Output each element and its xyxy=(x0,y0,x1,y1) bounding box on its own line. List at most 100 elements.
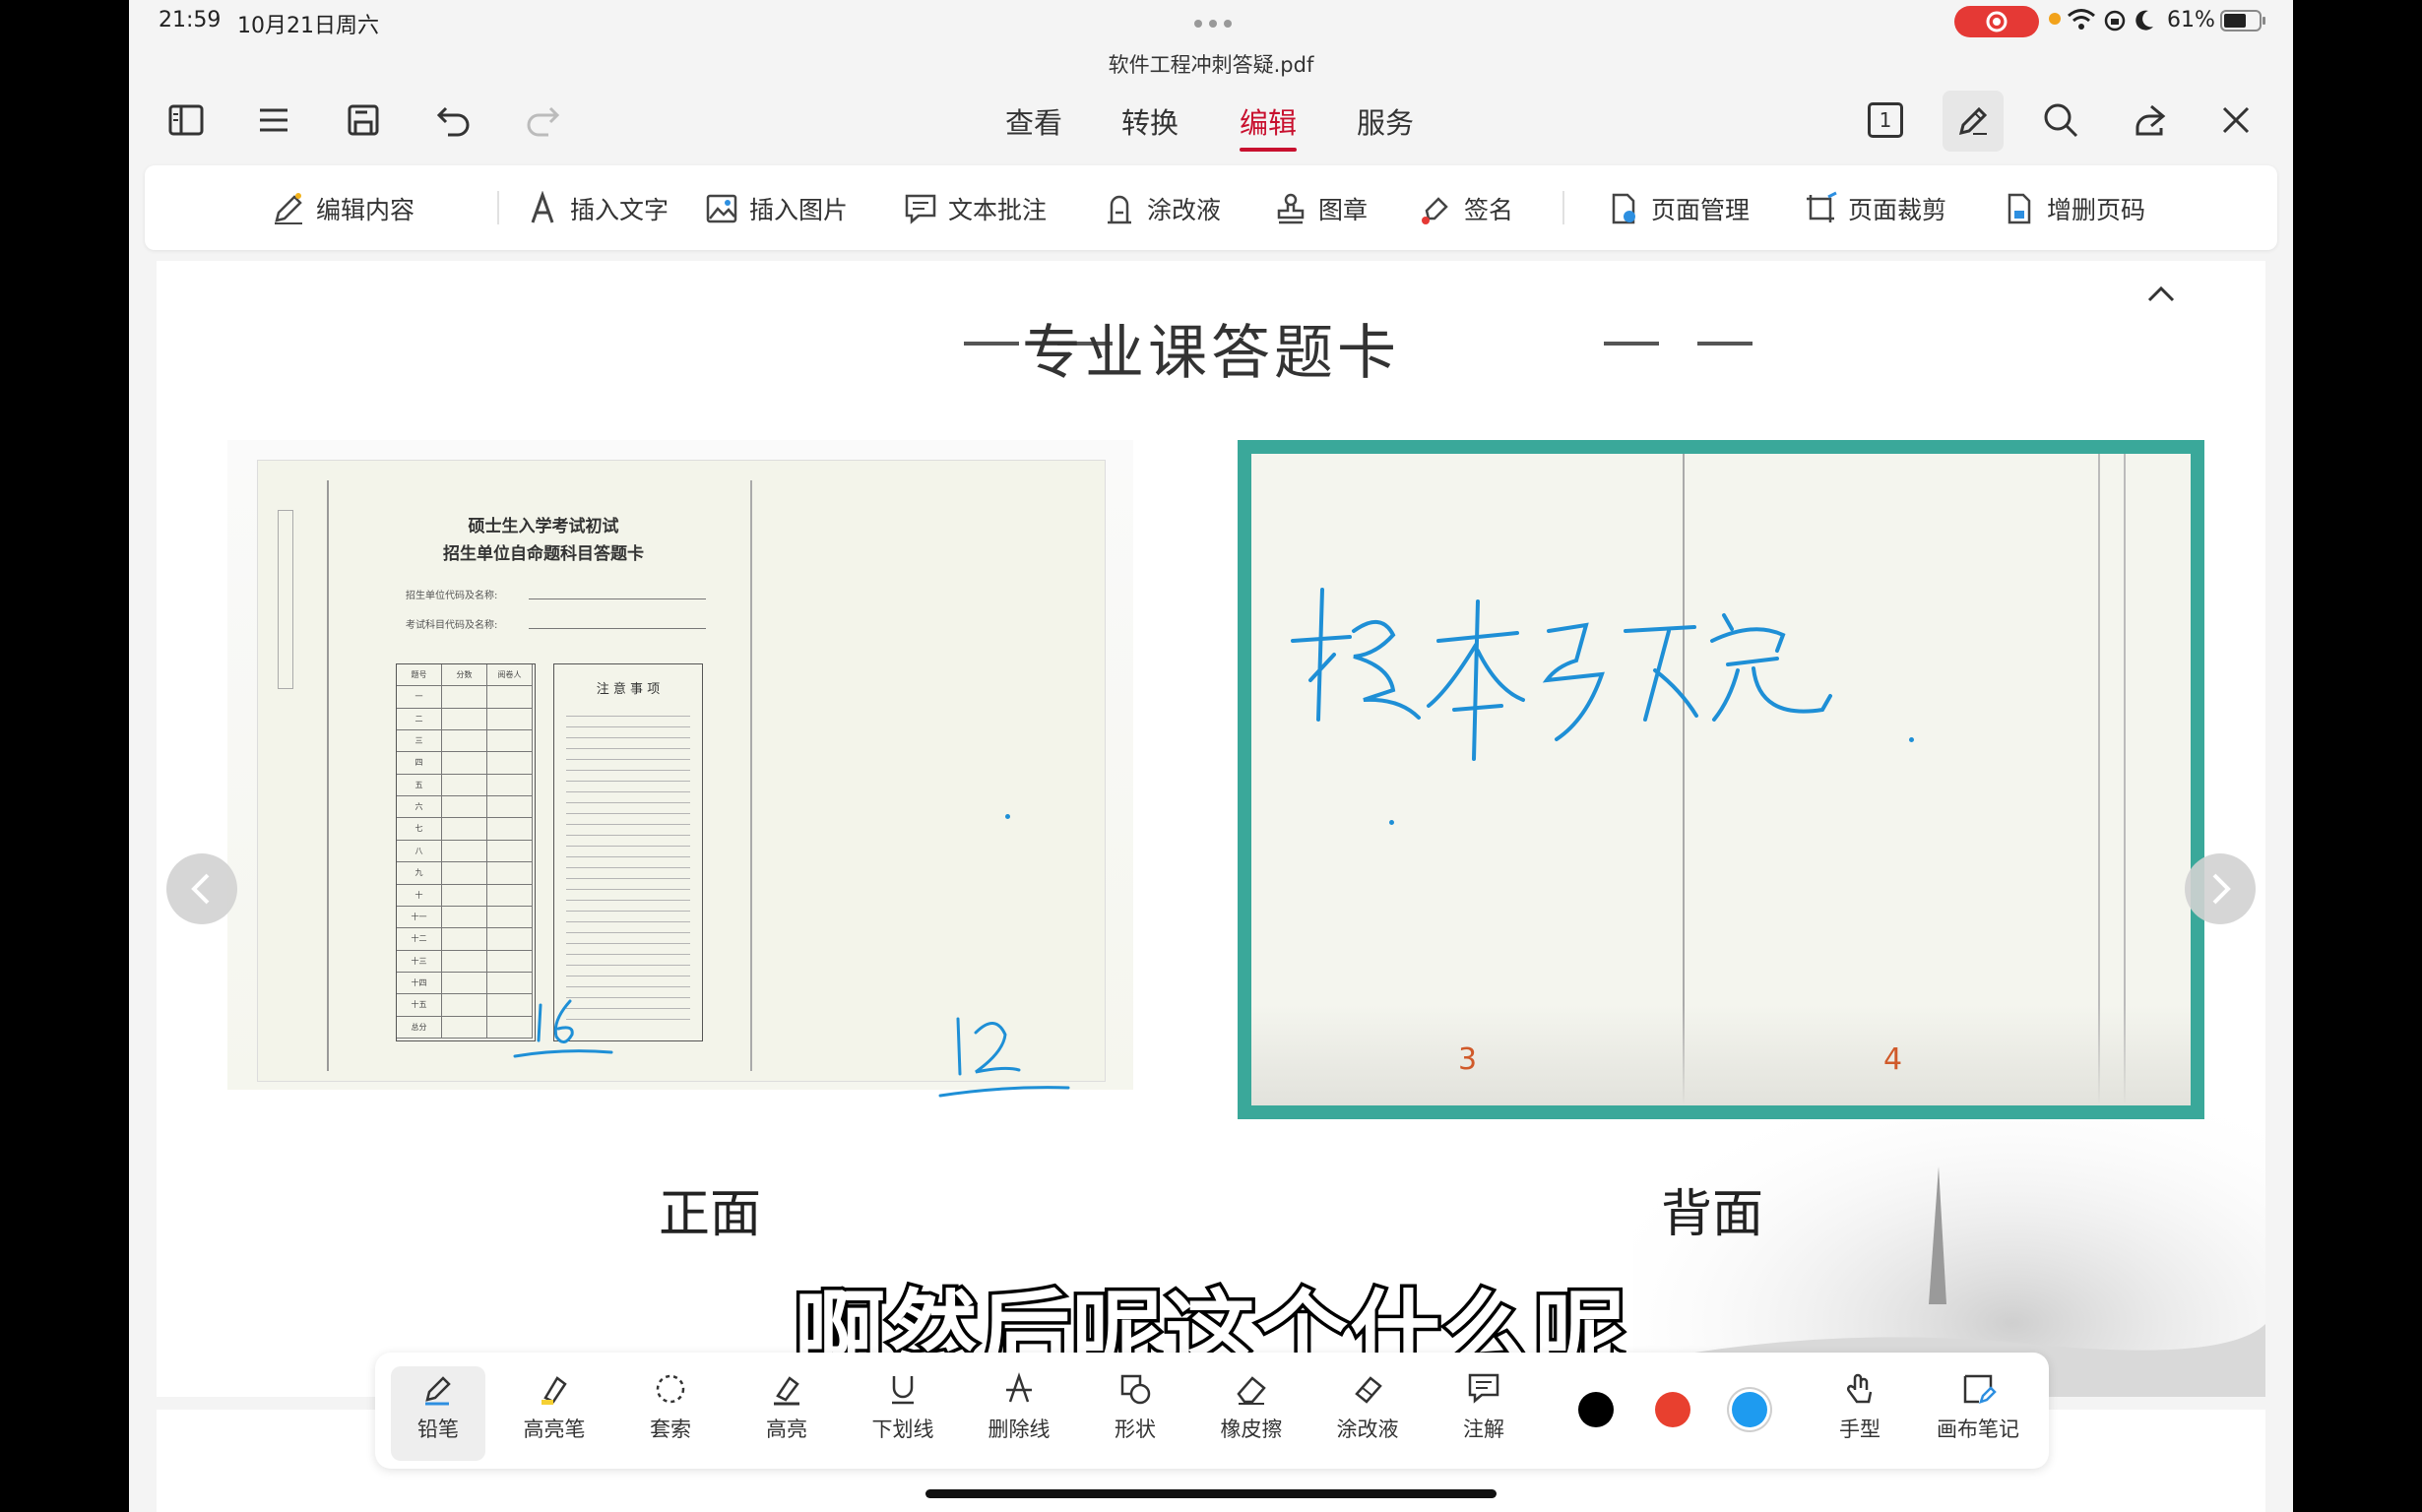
table-cell xyxy=(442,862,487,885)
strikethrough-icon xyxy=(1006,1372,1032,1403)
home-indicator[interactable] xyxy=(925,1489,1497,1498)
handwriting-12 xyxy=(938,1017,1070,1098)
signature-button[interactable]: 签名 xyxy=(1419,189,1513,228)
page-crop-icon xyxy=(1807,191,1837,222)
correction-tool[interactable]: 涂改液 xyxy=(1320,1366,1415,1461)
screen-record-icon[interactable] xyxy=(1954,6,2039,37)
color-blue-swatch[interactable] xyxy=(1732,1392,1767,1427)
table-cell: 十一 xyxy=(397,906,442,929)
status-date: 10月21日周六 xyxy=(237,14,379,38)
multitask-dots-icon[interactable] xyxy=(1192,14,1234,28)
annotation-icon xyxy=(1468,1373,1499,1404)
table-cell: 总分 xyxy=(397,1016,442,1039)
collapse-ribbon-icon[interactable] xyxy=(2137,271,2185,318)
wifi-icon xyxy=(2067,8,2096,35)
handwriting-back xyxy=(1291,588,1832,761)
table-cell xyxy=(442,686,487,709)
strikethrough-label: 删除线 xyxy=(988,1418,1051,1441)
menu-icon[interactable] xyxy=(254,100,293,144)
undo-icon[interactable] xyxy=(434,100,474,144)
table-cell xyxy=(442,1016,487,1039)
table-cell xyxy=(442,994,487,1017)
page-count-icon[interactable]: 1 xyxy=(1868,102,1903,138)
close-icon[interactable] xyxy=(2216,100,2256,144)
page-title: 专业课答题卡 xyxy=(1022,319,1400,388)
tab-service[interactable]: 服务 xyxy=(1357,100,1414,142)
insert-text-button[interactable]: 插入文字 xyxy=(525,189,669,228)
color-red-swatch[interactable] xyxy=(1655,1392,1690,1427)
tab-view[interactable]: 查看 xyxy=(1005,100,1062,142)
notice-title: 注 意 事 项 xyxy=(596,682,661,697)
sheet-rule xyxy=(327,480,329,1071)
back-caption: 背面 xyxy=(1661,1185,1764,1244)
lock-rotation-icon xyxy=(2103,9,2127,36)
highlight-label: 高亮 xyxy=(766,1418,807,1441)
highlight-tool[interactable]: 高亮 xyxy=(739,1366,834,1461)
annotate-pen-icon[interactable] xyxy=(1943,91,2004,152)
shape-tool[interactable]: 形状 xyxy=(1088,1366,1182,1461)
search-icon[interactable] xyxy=(2041,100,2080,144)
edit-content-button[interactable]: 编辑内容 xyxy=(271,189,414,228)
field-line xyxy=(529,628,706,629)
insert-image-icon xyxy=(706,194,737,223)
page-manage-icon xyxy=(1612,193,1635,224)
page-number-label: 增删页码 xyxy=(2047,196,2146,224)
table-cell: 十二 xyxy=(397,928,442,951)
previous-slide-button[interactable] xyxy=(166,853,237,924)
barcode-strip xyxy=(278,510,293,689)
page-manage-button[interactable]: 页面管理 xyxy=(1606,189,1750,228)
underline-icon xyxy=(892,1376,914,1405)
insert-image-button[interactable]: 插入图片 xyxy=(704,189,848,228)
battery-icon xyxy=(2220,10,2267,35)
hand-tool[interactable]: 手型 xyxy=(1813,1366,1907,1461)
table-cell xyxy=(487,708,533,731)
table-cell: 七 xyxy=(397,818,442,841)
correction-fluid-label: 涂改液 xyxy=(1147,196,1222,224)
sheet-title-line1: 硕士生入学考试初试 xyxy=(468,517,619,536)
underline-tool[interactable]: 下划线 xyxy=(856,1366,950,1461)
highlighter-label: 高亮笔 xyxy=(523,1418,586,1441)
correction-fluid-icon xyxy=(1108,195,1131,224)
next-slide-button[interactable] xyxy=(2185,853,2256,924)
table-cell: 十三 xyxy=(397,950,442,973)
table-cell xyxy=(442,730,487,753)
text-comment-label: 文本批注 xyxy=(948,196,1048,224)
sidebar-toggle-icon[interactable] xyxy=(166,100,206,144)
strikethrough-tool[interactable]: 删除线 xyxy=(972,1366,1066,1461)
redo-icon[interactable] xyxy=(523,100,562,144)
edit-content-icon xyxy=(275,193,302,224)
color-black-swatch[interactable] xyxy=(1578,1392,1614,1427)
highlight-icon xyxy=(774,1376,799,1406)
sheet-field-1: 招生单位代码及名称: xyxy=(406,591,498,601)
shape-label: 形状 xyxy=(1115,1418,1156,1441)
canvas-note-tool[interactable]: 画布笔记 xyxy=(1931,1366,2025,1461)
chevron-left-icon xyxy=(191,873,210,905)
pencil-tool[interactable]: 铅笔 xyxy=(391,1366,485,1461)
table-cell: 八 xyxy=(397,840,442,863)
highlighter-tool[interactable]: 高亮笔 xyxy=(507,1366,602,1461)
share-icon[interactable] xyxy=(2130,100,2169,144)
table-cell xyxy=(487,928,533,951)
file-name: 软件工程冲刺答疑.pdf xyxy=(1108,53,1314,77)
correction-fluid-pen-icon xyxy=(1355,1376,1382,1404)
page-number-button[interactable]: 增删页码 xyxy=(2002,189,2145,228)
tab-edit[interactable]: 编辑 xyxy=(1240,100,1298,152)
lasso-tool[interactable]: 套索 xyxy=(623,1366,718,1461)
table-cell xyxy=(487,730,533,753)
text-comment-button[interactable]: 文本批注 xyxy=(903,189,1047,228)
eraser-tool[interactable]: 橡皮擦 xyxy=(1204,1366,1299,1461)
table-cell: 二 xyxy=(397,708,442,731)
canvas-note-icon xyxy=(1963,1374,1997,1404)
correction-fluid-button[interactable]: 涂改液 xyxy=(1102,189,1221,228)
table-cell xyxy=(487,752,533,775)
page-number-icon xyxy=(2008,193,2031,224)
battery-percent: 61% xyxy=(2167,8,2215,32)
tab-convert[interactable]: 转换 xyxy=(1121,100,1179,142)
save-icon[interactable] xyxy=(344,100,383,144)
stamp-button[interactable]: 图章 xyxy=(1273,189,1368,228)
annotation-tool[interactable]: 注解 xyxy=(1436,1366,1531,1461)
ink-dot xyxy=(1909,737,1914,742)
edit-content-label: 编辑内容 xyxy=(316,196,415,224)
answer-sheet-back-image: 3 4 xyxy=(1238,440,2204,1119)
page-crop-button[interactable]: 页面裁剪 xyxy=(1803,189,1946,228)
